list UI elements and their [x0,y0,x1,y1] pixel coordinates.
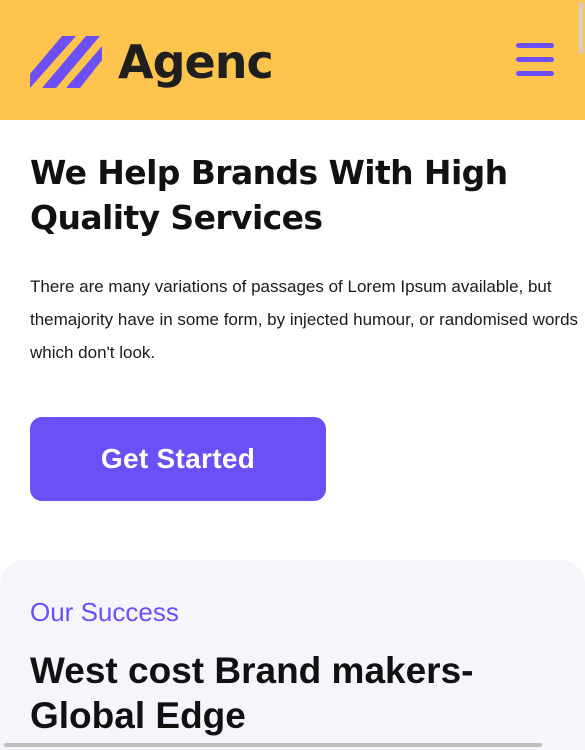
horizontal-scrollbar[interactable] [4,743,542,747]
slanted-stripes-logo-icon [30,36,102,88]
logo-text: Agenc [118,35,274,89]
success-section: Our Success West cost Brand makers-Globa… [0,560,585,750]
site-header: Agenc [0,0,585,120]
success-eyebrow: Our Success [30,597,179,627]
vertical-scrollbar[interactable] [579,2,583,54]
hero-title: We Help Brands With High Quality Service… [30,153,508,237]
page: Agenc We Help Brands With High Quality S… [0,0,585,750]
success-title: West cost Brand makers-Global Edge [30,650,474,736]
logo-link[interactable]: Agenc [30,35,274,89]
menu-button[interactable] [512,40,556,80]
hero-description: There are many variations of passages of… [30,277,579,362]
get-started-button[interactable]: Get Started [30,417,326,501]
